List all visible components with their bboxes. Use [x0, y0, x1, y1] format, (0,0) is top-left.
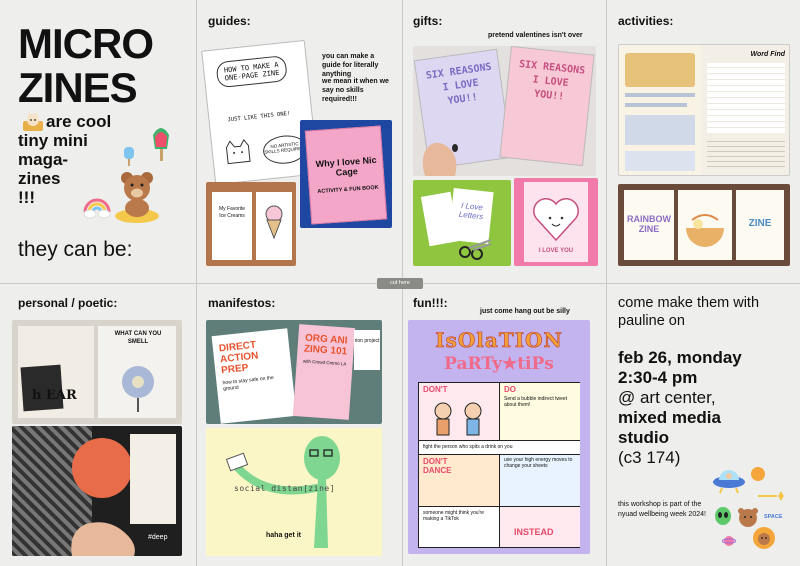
ramen-bowl-icon [686, 214, 724, 247]
six-reasons-text-right: SIX REASONS I LOVE YOU!! [518, 58, 586, 103]
event-room: (c3 174) [618, 448, 681, 467]
six-reasons-photo: SIX REASONS I LOVE YOU!! SIX REASONS I L… [413, 46, 596, 176]
organizing-title: ORG ANI ZING 101 [303, 332, 348, 358]
scissors-icon [459, 239, 492, 260]
cut-here-tab: cut here [377, 278, 423, 289]
cat-box-sticker-icon [23, 112, 43, 131]
poster-line-2: PaRTy★tiPs [444, 354, 554, 374]
event-time: 2:30-4 pm [618, 368, 698, 387]
event-details: feb 26, monday 2:30-4 pm @ art center, m… [618, 348, 798, 468]
cat-doodle-icon [225, 138, 251, 165]
shooting-star-icon [758, 491, 784, 501]
comic-figures-icon [434, 402, 482, 436]
watermelon-popsicle-icon [153, 128, 169, 161]
i-love-you-photo: I LOVE YOU [514, 178, 598, 266]
zine-guide-subtitle: JUST LIKE THIS ONE! [227, 110, 291, 124]
rainbow-zine-photo: RAINBOW ZINE ZINE [618, 184, 790, 266]
activities-title: activities: [618, 14, 674, 28]
gifts-title: gifts: [413, 14, 443, 28]
guides-note-2: we mean it when we say no skills require… [322, 78, 389, 103]
cell-do-label: DO [504, 385, 516, 394]
tagline-line-2: tiny mini [18, 131, 88, 150]
space-label: SPACE [764, 514, 783, 520]
zine-label-right: ZINE [748, 218, 772, 229]
fun-title: fun!!!: [413, 296, 448, 310]
nic-cage-zine-photo: Why I love Nic Cage ACTIVITY & FUN BOOK [300, 120, 392, 228]
ice-pop-icon [124, 147, 134, 166]
collage-smell-text: WHAT CAN YOU SMELL [114, 331, 162, 345]
event-date: feb 26, monday [618, 348, 742, 367]
word-find-photo: Word Find [618, 44, 790, 176]
ice-cream-zine-photo: My Favorite Ice Creams [206, 182, 296, 266]
manifestos-title: manifestos: [208, 296, 276, 310]
flower-collage-icon [122, 366, 154, 412]
heart-face-icon [533, 198, 579, 242]
zine-guide-title: HOW TO MAKE A ONE-PAGE ZINE [215, 55, 288, 89]
rainbow-zine-label: RAINBOW ZINE [627, 214, 671, 234]
nic-cage-subtitle: ACTIVITY & FUN BOOK [317, 184, 379, 196]
word-find-grid [707, 63, 785, 133]
event-venue-line-1: mixed media [618, 408, 721, 427]
cell-fight-caption: fight the person who spits a drink on yo… [423, 444, 513, 450]
word-find-label: Word Find [750, 51, 785, 58]
hand-holding-zine-icon [71, 522, 135, 556]
event-at-text: @ art center, [618, 388, 716, 407]
love-letters-photo: I Love Letters [413, 180, 511, 266]
they-can-be-text: they can be: [18, 238, 133, 261]
cell-do-text: Send a bubble indirect tweet about them! [504, 396, 568, 408]
gifts-note: pretend valentines isn't over [488, 32, 583, 39]
manifesto-zines-photo: DIRECT ACTION PREP how to stay safe on t… [206, 320, 382, 424]
ice-cream-title: My Favorite Ice Creams [218, 206, 246, 219]
personal-title: personal / poetic: [18, 296, 118, 310]
tagline-line-3: maga- [18, 150, 69, 169]
headline: MICRO ZINES [18, 20, 154, 111]
six-reasons-text-left: SIX REASONS I LOVE YOU!! [425, 61, 493, 107]
planet-bear-icon [753, 527, 775, 549]
zine-poster: cut here MICRO ZINES are cool tiny mini … [0, 0, 800, 566]
fun-note: just come hang out be silly [480, 308, 570, 315]
direct-action-title: DIRECT ACTION PREP [218, 339, 259, 377]
orange-sticker-icon [751, 467, 765, 481]
comic-grid: DON'T DO Send a bubble indirect tweet ab… [418, 382, 580, 548]
poster-line-1: IsOlaTION [435, 328, 563, 353]
headline-line-1: MICRO [18, 20, 154, 67]
haha-caption: haha get it [266, 532, 302, 539]
i-love-you-text: I LOVE YOU [538, 248, 574, 254]
event-venue-line-2: studio [618, 428, 669, 447]
nic-cage-title: Why I love Nic Cage [315, 154, 377, 178]
teddy-bear-sticker-icon [115, 172, 159, 223]
tagline-line-1: are cool [46, 112, 112, 131]
headline-line-2: ZINES [18, 64, 138, 111]
tagline-line-5: !!! [18, 188, 35, 207]
alien-icon [715, 507, 731, 525]
cell-dont-label: DON'T [423, 385, 448, 394]
guides-note-1: you can make a guide for literally anyth… [322, 53, 379, 78]
workshop-note: this workshop is part of the nyuad wellb… [618, 501, 706, 518]
rainbow-cloud-icon [83, 198, 111, 219]
rion-project-title: rion project [354, 338, 380, 344]
isolation-party-tips-poster: IsOlaTION PaRTy★tiPs DON'T DO Send a bub… [408, 320, 590, 554]
ufo-icon [713, 470, 745, 494]
cell-dont-dance-label: DON'T DANCE [423, 457, 452, 475]
guides-title: guides: [208, 14, 251, 28]
come-make-them-text: come make them with pauline on [618, 295, 760, 329]
small-planet-icon [722, 536, 736, 546]
ice-cream-doodle-icon [265, 205, 283, 240]
love-letters-text: I Love Letters [458, 200, 484, 222]
cell-energy-text: use your high energy moves to change you… [504, 457, 573, 469]
hand-icon [422, 142, 458, 176]
cell-instead-label: INSTEAD [514, 527, 554, 537]
organizing-subtitle: with Crowd Cmmo LA [302, 358, 347, 367]
collage-hear-text: h EAR [32, 388, 77, 403]
tagline-line-4: zines [18, 169, 61, 188]
direct-action-subtitle: how to stay safe on the ground [222, 374, 275, 393]
cell-tiktok-text: someone might think you're making a TikT… [423, 510, 484, 522]
deep-hashtag: #deep [148, 534, 168, 541]
social-distanzine-text: social distan[zine] [234, 484, 336, 493]
social-distanzine-photo: social distan[zine] haha get it [206, 428, 382, 556]
collage-photo-bottom: #deep [12, 426, 182, 556]
collage-photo-top: h EAR WHAT CAN YOU SMELL [12, 320, 182, 424]
